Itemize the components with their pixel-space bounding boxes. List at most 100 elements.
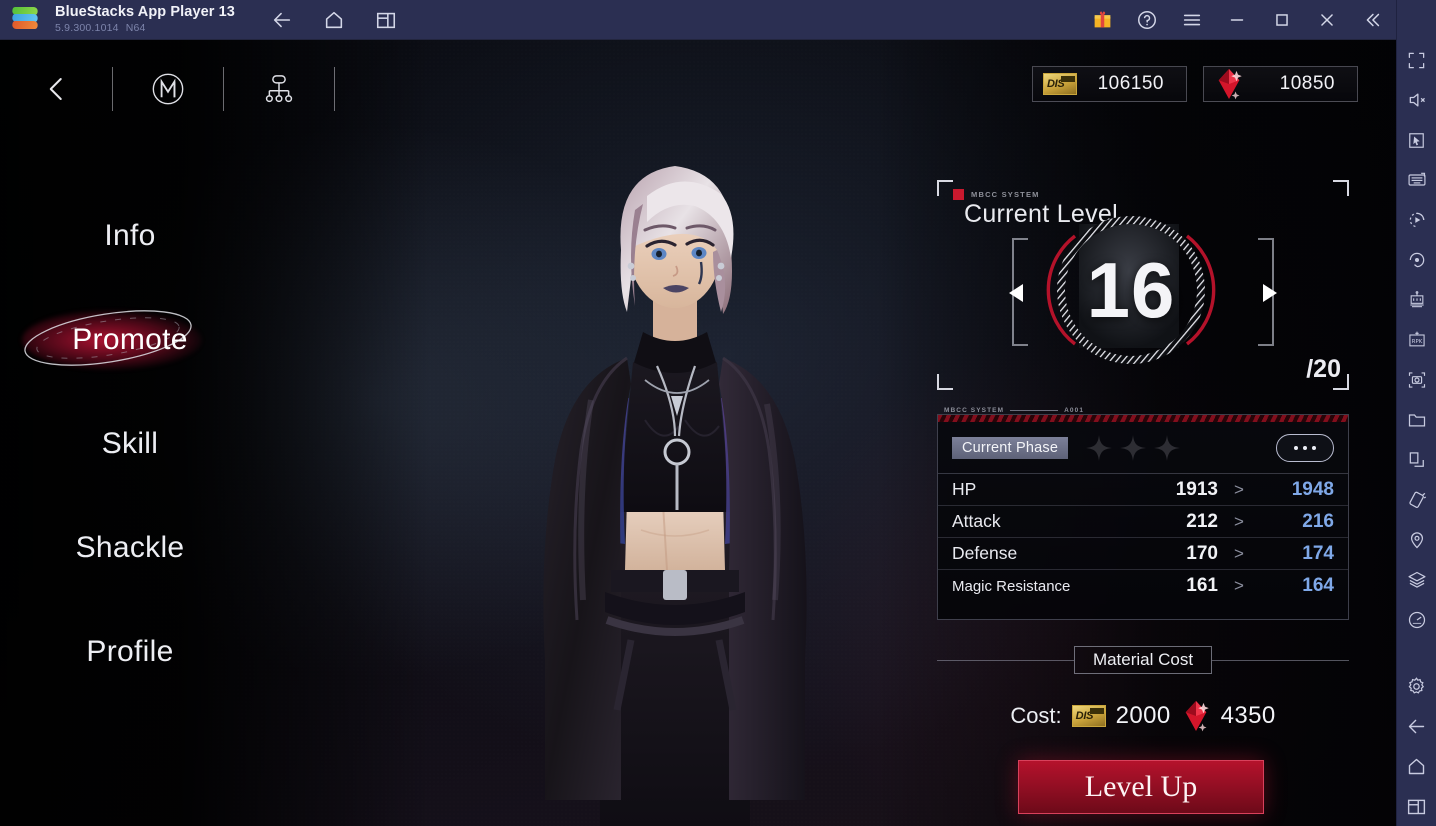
org-chart-icon[interactable] [252,62,306,116]
currency-gem-value: 10850 [1279,73,1335,94]
minimize-icon[interactable] [1217,0,1257,40]
corner-bracket-tl [937,180,953,196]
titlebar-nav-group [265,3,403,37]
material-cost-header: Material Cost [937,646,1350,674]
monogram-m-icon[interactable] [141,62,195,116]
copy-instance-icon[interactable] [1397,440,1436,480]
max-level-value: /20 [1306,355,1341,383]
stat-current: 161 [1186,575,1218,596]
back-icon[interactable] [265,3,299,37]
system-tag: MBCC SYSTEM [953,189,1040,200]
menu-item-skill[interactable]: Skill [0,408,260,480]
stat-current: 212 [1186,510,1218,532]
phase-more-button[interactable] [1276,433,1334,462]
currency-bar: DIS 106150 10850 [1032,66,1358,102]
home-icon[interactable] [1397,746,1436,786]
screenshot-icon[interactable] [1397,360,1436,400]
stat-name: Defense [952,543,1018,563]
app-root: BlueStacks App Player 13 5.9.300.1014 N64 [0,0,1436,826]
cost-row: Cost: DIS 2000 4350 [937,700,1349,732]
menu-item-profile[interactable]: Profile [0,616,260,688]
current-level-panel: MBCC SYSTEM Current Level 16 /20 [937,180,1349,390]
currency-dis-value: 106150 [1097,73,1164,94]
level-up-button[interactable]: Level Up [1018,760,1264,814]
fullscreen-icon[interactable] [1397,40,1436,80]
hazard-stripe [938,415,1348,422]
performance-icon[interactable] [1397,600,1436,640]
cost-gem-value: 4350 [1220,702,1276,729]
menu-item-label: Skill [101,427,159,460]
shake-icon[interactable] [1397,480,1436,520]
level-decrease-arrow[interactable] [1009,284,1023,302]
red-gem-icon [1185,701,1209,732]
currency-gem[interactable]: 10850 [1203,66,1358,102]
currency-dis[interactable]: DIS 106150 [1032,66,1187,102]
current-level-value: 16 [1086,245,1176,334]
home-icon[interactable] [317,3,351,37]
recent-apps-icon[interactable] [1397,786,1436,826]
menu-item-promote[interactable]: Promote [0,304,260,376]
media-folder-icon[interactable] [1397,400,1436,440]
phase-star-icon [1154,434,1181,461]
toolbar-divider-2 [223,67,224,111]
stat-next: 216 [1302,510,1334,532]
bluestacks-logo-icon [10,6,42,33]
toolbar-divider-1 [112,67,113,111]
window-controls [1082,0,1396,40]
game-top-toolbar [30,62,363,116]
back-icon[interactable] [1397,706,1436,746]
layers-icon[interactable] [1397,560,1436,600]
location-icon[interactable] [1397,520,1436,560]
cursor-icon[interactable] [1397,120,1436,160]
help-icon[interactable] [1127,0,1167,40]
dis-card-icon: DIS [1043,73,1077,95]
phase-star-icon [1086,434,1113,461]
level-increase-arrow[interactable] [1263,284,1277,302]
current-phase-row: Current Phase [938,422,1348,474]
app-version: 5.9.300.1014 N64 [55,21,235,34]
menu-icon[interactable] [1172,0,1212,40]
keyboard-controls-icon[interactable] [1397,160,1436,200]
table-row: HP 1913 > 1948 [938,474,1348,506]
header-rule-left [937,659,1074,661]
character-menu: Info Promote Skill Shackle Profile [0,200,260,720]
menu-item-label: Promote [72,323,188,356]
stats-tab-rule [1010,409,1059,411]
multi-instance-icon[interactable] [369,3,403,37]
macro-record-icon[interactable] [1397,200,1436,240]
stat-next: 164 [1302,575,1334,596]
collapse-sidebar-icon[interactable] [1352,0,1392,40]
red-gem-icon [1218,69,1242,100]
gift-icon[interactable] [1082,0,1122,40]
stat-arrow-icon: > [1234,479,1244,499]
corner-bracket-bl [937,374,953,390]
settings-icon[interactable] [1397,666,1436,706]
back-arrow-icon[interactable] [30,62,84,116]
table-row: Attack 212 > 216 [938,506,1348,538]
mute-icon[interactable] [1397,80,1436,120]
cost-dis-value: 2000 [1115,702,1171,729]
rpk-install-icon[interactable]: RPK [1397,320,1436,360]
stat-arrow-icon: > [1234,543,1244,563]
cost-label: Cost: [1010,703,1062,728]
table-row: Magic Resistance 161 > 164 [938,570,1348,602]
corner-bracket-tr [1333,180,1349,196]
menu-item-shackle[interactable]: Shackle [0,512,260,584]
menu-item-info[interactable]: Info [0,200,260,272]
stat-name: HP [952,479,977,499]
rotate-icon[interactable] [1397,240,1436,280]
version-number: 5.9.300.1014 [55,21,119,34]
title-block: BlueStacks App Player 13 5.9.300.1014 N64 [55,5,235,33]
stat-current: 170 [1186,542,1218,564]
phase-stars [1086,434,1181,461]
close-icon[interactable] [1307,0,1347,40]
menu-item-label: Info [104,219,156,252]
multi-instance-manager-icon[interactable] [1397,280,1436,320]
app-title: BlueStacks App Player 13 [55,4,235,21]
stat-next: 174 [1302,542,1334,564]
stat-name: Attack [952,511,1001,531]
toolbar-divider-3 [334,67,335,111]
dis-code: DIS [1047,78,1065,90]
maximize-icon[interactable] [1262,0,1302,40]
stat-next: 1948 [1291,478,1334,500]
